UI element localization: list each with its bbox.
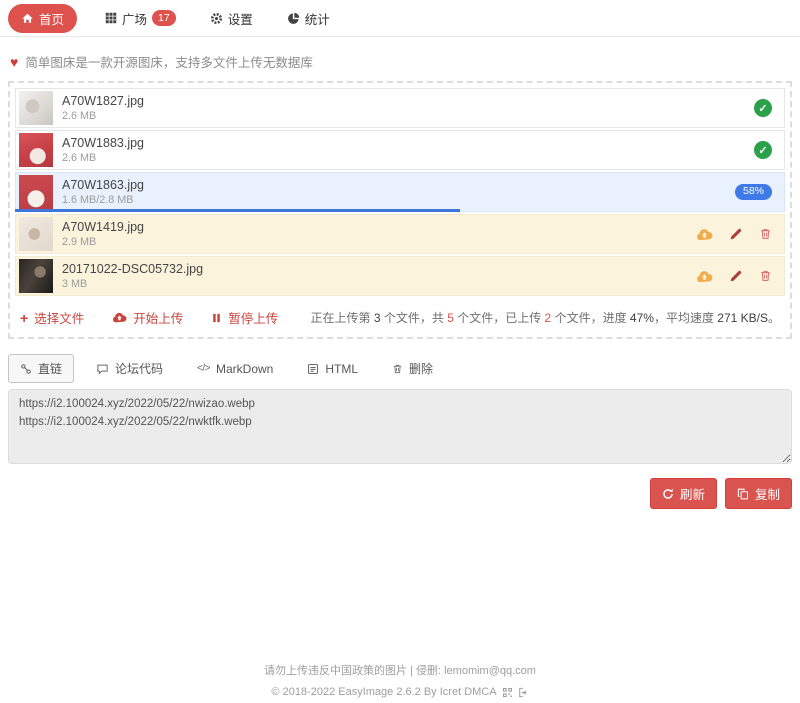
file-thumbnail (19, 217, 53, 251)
tab-forum-code[interactable]: 论坛代码 (84, 354, 175, 383)
nav-settings-item[interactable]: 设置 (204, 8, 259, 29)
nav-stats-label: 统计 (305, 9, 330, 28)
check-circle-icon: ✓ (754, 141, 772, 159)
qrcode-icon[interactable] (502, 687, 513, 698)
start-upload-label: 开始上传 (133, 308, 183, 327)
nav-home-button[interactable]: 首页 (8, 4, 77, 33)
gear-icon (210, 12, 223, 25)
file-size: 3 MB (62, 277, 203, 291)
file-thumbnail (19, 175, 53, 209)
url-output-textarea[interactable]: https://i2.100024.xyz/2022/05/22/nwizao.… (8, 389, 792, 464)
output-tabs: 直链 论坛代码 </> MarkDown HTML 删除 (8, 354, 792, 383)
nav-settings-label: 设置 (228, 9, 253, 28)
file-size: 2.6 MB (62, 109, 144, 123)
refresh-label: 刷新 (680, 484, 705, 503)
heart-icon: ♥ (10, 55, 18, 69)
refresh-icon (662, 488, 674, 500)
delete-icon[interactable] (759, 227, 772, 241)
tab-delete-label: 删除 (409, 360, 433, 377)
nav-stats-item[interactable]: 统计 (281, 8, 336, 29)
progress-percent-badge: 58% (735, 184, 772, 201)
upload-progress-bar (15, 209, 460, 212)
copy-label: 复制 (755, 484, 780, 503)
start-upload-button[interactable]: 开始上传 (112, 308, 183, 327)
check-circle-icon: ✓ (754, 99, 772, 117)
trash-icon (392, 363, 403, 375)
file-name: A70W1419.jpg (62, 219, 144, 235)
footer-copyright: © 2018-2022 EasyImage 2.6.2 By Icret DMC… (271, 682, 496, 703)
navbar: 首页 广场 17 设置 统计 (0, 0, 800, 37)
select-files-button[interactable]: + 选择文件 (20, 308, 84, 327)
html-icon (307, 363, 319, 375)
tab-forum-code-label: 论坛代码 (115, 360, 163, 377)
tab-markdown[interactable]: </> MarkDown (185, 356, 285, 382)
file-size: 1.6 MB/2.8 MB (62, 193, 144, 207)
file-thumbnail (19, 259, 53, 293)
tab-html-label: HTML (325, 362, 358, 376)
tab-direct-link[interactable]: 直链 (8, 354, 74, 383)
pause-upload-label: 暂停上传 (228, 308, 278, 327)
code-icon: </> (197, 363, 210, 374)
edit-icon[interactable] (729, 269, 743, 283)
file-name: 20171022-DSC05732.jpg (62, 261, 203, 277)
select-files-label: 选择文件 (34, 308, 84, 327)
link-icon (20, 363, 32, 375)
tab-markdown-label: MarkDown (216, 362, 273, 376)
grid-icon (105, 12, 117, 24)
pie-chart-icon (287, 12, 300, 25)
file-row: A70W1827.jpg 2.6 MB ✓ (15, 88, 785, 128)
footer-policy-line: 请勿上传违反中国政策的图片 | 侵删: lemomim@qq.com (0, 661, 800, 682)
cloud-upload-icon (112, 311, 127, 324)
file-thumbnail (19, 133, 53, 167)
file-row: A70W1419.jpg 2.9 MB (15, 214, 785, 254)
nav-square-item[interactable]: 广场 17 (99, 8, 182, 29)
copy-button[interactable]: 复制 (725, 478, 792, 509)
nav-square-label: 广场 (122, 9, 147, 28)
square-count-badge: 17 (152, 10, 176, 26)
tab-html[interactable]: HTML (295, 356, 370, 382)
cloud-upload-icon[interactable] (696, 227, 713, 242)
file-name: A70W1863.jpg (62, 177, 144, 193)
pause-icon (211, 312, 222, 324)
refresh-button[interactable]: 刷新 (650, 478, 717, 509)
file-thumbnail (19, 91, 53, 125)
file-size: 2.9 MB (62, 235, 144, 249)
file-size: 2.6 MB (62, 151, 144, 165)
file-name: A70W1883.jpg (62, 135, 144, 151)
sign-out-icon[interactable] (518, 687, 529, 698)
file-name: A70W1827.jpg (62, 93, 144, 109)
comment-icon (96, 363, 109, 375)
edit-icon[interactable] (729, 227, 743, 241)
upload-status-text: 正在上传第 3 个文件，共 5 个文件，已上传 2 个文件，进度 47%，平均速… (310, 309, 780, 326)
site-hint: ♥ 简单图床是一款开源图床，支持多文件上传无数据库 (0, 37, 800, 78)
upload-dropzone[interactable]: A70W1827.jpg 2.6 MB ✓ A70W1883.jpg 2.6 M… (8, 81, 792, 339)
output-actions: 刷新 复制 (8, 478, 792, 509)
upload-controls: + 选择文件 开始上传 暂停上传 正在上传第 3 个文件，共 5 个文件，已上传… (15, 298, 785, 332)
cloud-upload-icon[interactable] (696, 269, 713, 284)
delete-icon[interactable] (759, 269, 772, 283)
plus-icon: + (20, 311, 28, 325)
file-row: A70W1883.jpg 2.6 MB ✓ (15, 130, 785, 170)
hint-text: 简单图床是一款开源图床，支持多文件上传无数据库 (25, 52, 313, 71)
nav-home-label: 首页 (39, 9, 64, 28)
home-icon (21, 12, 34, 25)
copy-icon (737, 488, 749, 500)
tab-delete[interactable]: 删除 (380, 354, 445, 383)
footer: 请勿上传违反中国政策的图片 | 侵删: lemomim@qq.com © 201… (0, 661, 800, 703)
file-row: 20171022-DSC05732.jpg 3 MB (15, 256, 785, 296)
file-row: A70W1863.jpg 1.6 MB/2.8 MB 58% (15, 172, 785, 212)
pause-upload-button[interactable]: 暂停上传 (211, 308, 278, 327)
tab-direct-link-label: 直链 (38, 360, 62, 377)
